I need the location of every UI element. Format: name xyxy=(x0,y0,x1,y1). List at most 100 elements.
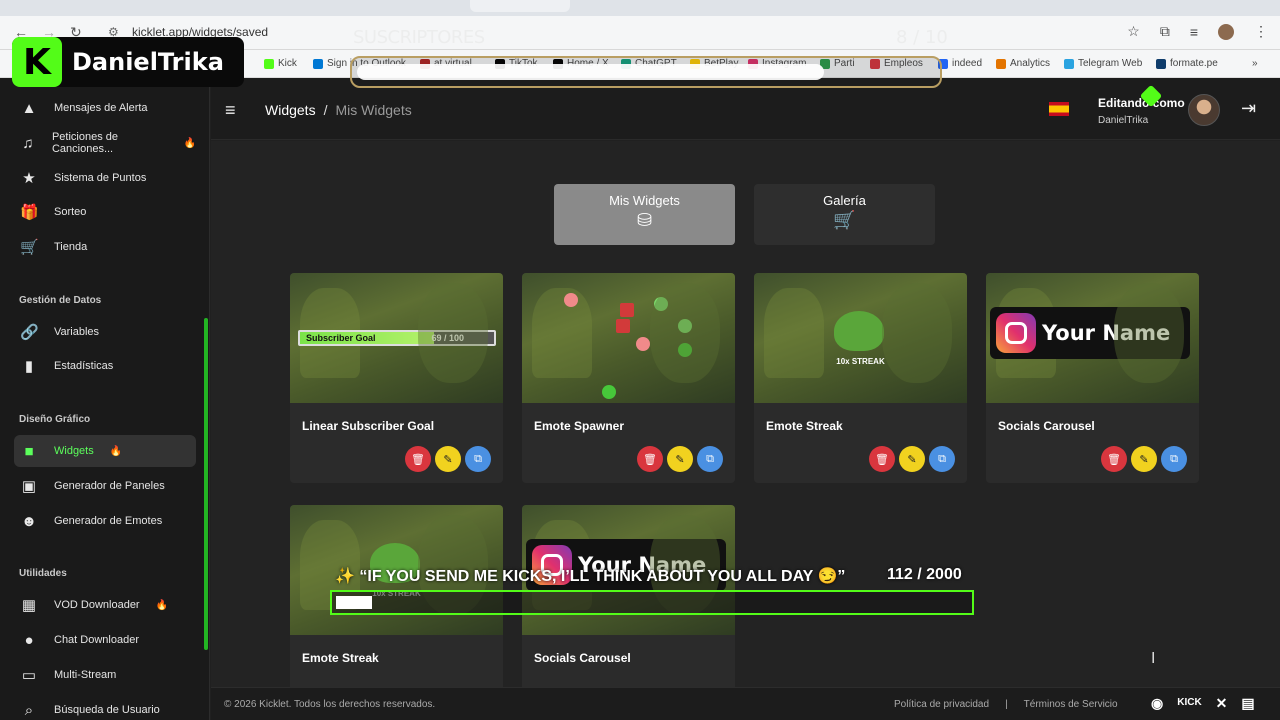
extensions-icon[interactable]: ⧉ xyxy=(1160,23,1170,40)
sidebar-item[interactable]: ★ Sistema de Puntos xyxy=(14,162,196,194)
edit-icon[interactable]: ✎ xyxy=(435,446,461,472)
avatar[interactable] xyxy=(1188,94,1220,126)
fire-icon: 🔥 xyxy=(109,445,123,457)
widget-card[interactable]: Emote Spawner 🗑 ✎ ⧉ xyxy=(522,273,735,483)
edit-icon[interactable]: ✎ xyxy=(667,446,693,472)
widget-preview: Your Name xyxy=(986,273,1199,403)
document-icon[interactable]: ▤ xyxy=(1241,695,1254,712)
text-cursor-icon: I xyxy=(1151,650,1156,667)
cart-icon: 🛒 xyxy=(833,210,856,230)
menu-toggle-icon[interactable]: ≡ xyxy=(225,100,236,121)
more-bookmarks-icon[interactable]: » xyxy=(1252,58,1258,69)
bookmark-item[interactable]: Kick xyxy=(264,58,297,69)
emote-icon xyxy=(602,385,616,399)
sidebar-item[interactable]: ☻ Generador de Emotes xyxy=(14,505,196,537)
bookmark-favicon-icon xyxy=(996,58,1006,69)
bookmark-label: Telegram Web xyxy=(1078,58,1143,69)
media-icon[interactable]: ≡ xyxy=(1190,24,1198,40)
smile-icon: ☻ xyxy=(21,512,37,530)
gift-icon: 🎁 xyxy=(20,204,39,221)
footer-social: ◉ KICK ✕ ▤ xyxy=(1151,695,1255,712)
breadcrumb: Widgets / Mis Widgets xyxy=(265,102,412,118)
browser-actions: ☆ ⧉ ≡ ⋮ xyxy=(1127,23,1268,40)
copy-icon[interactable]: ⧉ xyxy=(929,446,955,472)
copy-icon[interactable]: ⧉ xyxy=(1161,446,1187,472)
bookmark-item[interactable]: Analytics xyxy=(996,58,1050,69)
tab-label: Galería xyxy=(823,193,866,208)
sidebar-item[interactable]: ▭ Multi-Stream xyxy=(14,659,196,691)
profile-avatar[interactable] xyxy=(1218,23,1234,40)
bookmark-label: formate.pe xyxy=(1170,58,1218,69)
sidebar-item-label: Estadísticas xyxy=(54,360,114,372)
bar-chart-icon: ▮ xyxy=(24,358,34,375)
footer: © 2026 Kicklet. Todos los derechos reser… xyxy=(211,687,1280,720)
delete-icon[interactable]: 🗑 xyxy=(405,446,431,472)
edit-icon[interactable]: ✎ xyxy=(1131,446,1157,472)
breadcrumb-current: Mis Widgets xyxy=(335,102,412,118)
sidebar-item[interactable]: 🛒 Tienda xyxy=(14,231,196,263)
goal-label: Subscriber Goal xyxy=(306,333,376,343)
video-icon: ■ xyxy=(24,442,34,460)
widget-preview xyxy=(522,273,735,403)
logout-icon[interactable]: ⇥ xyxy=(1241,98,1256,119)
card-title: Socials Carousel xyxy=(534,651,631,665)
edit-icon[interactable]: ✎ xyxy=(899,446,925,472)
kicks-goal-count: 112 / 2000 xyxy=(887,566,962,583)
tab-galeria[interactable]: Galería 🛒 xyxy=(754,184,935,245)
sidebar-item[interactable]: ■ Widgets 🔥 xyxy=(14,435,196,467)
tab-mis-widgets[interactable]: Mis Widgets ⛁ xyxy=(554,184,735,245)
emote-icon xyxy=(678,343,692,357)
bookmark-label: Analytics xyxy=(1010,58,1051,69)
delete-icon[interactable]: 🗑 xyxy=(1101,446,1127,472)
bookmark-item[interactable]: Telegram Web xyxy=(1064,58,1142,69)
sidebar-item-label: Chat Downloader xyxy=(54,634,139,646)
terms-link[interactable]: Términos de Servicio xyxy=(1024,699,1118,710)
sidebar-item[interactable]: 🔗 Variables xyxy=(14,316,196,348)
privacy-link[interactable]: Política de privacidad xyxy=(894,699,989,710)
spain-flag-icon[interactable] xyxy=(1049,102,1069,116)
bookmark-item[interactable]: formate.pe xyxy=(1156,58,1218,69)
kick-link[interactable]: KICK xyxy=(1177,697,1201,712)
widget-card[interactable]: Your Name Socials Carousel 🗑 ✎ ⧉ xyxy=(986,273,1199,483)
x-icon[interactable]: ✕ xyxy=(1216,695,1228,712)
breadcrumb-root[interactable]: Widgets xyxy=(265,102,316,118)
fire-icon: 🔥 xyxy=(155,599,169,611)
bookmark-item[interactable]: indeed xyxy=(938,58,982,69)
card-title: Socials Carousel xyxy=(998,419,1095,433)
chat-icon: ● xyxy=(24,631,34,649)
sidebar-item-label: VOD Downloader xyxy=(54,599,140,611)
sidebar-scrollbar[interactable] xyxy=(204,318,208,650)
browser-tab-active[interactable] xyxy=(470,0,570,12)
warning-icon: ▲ xyxy=(21,99,37,117)
subs-goal-title: SUSCRIPTORES xyxy=(353,27,485,48)
bookmark-star-icon[interactable]: ☆ xyxy=(1127,23,1140,40)
sidebar-item[interactable]: ♫ Peticiones de Canciones... 🔥 xyxy=(14,127,196,159)
sidebar-item[interactable]: ▲ Mensajes de Alerta xyxy=(14,92,196,124)
menu-icon[interactable]: ⋮ xyxy=(1254,23,1268,40)
copy-icon[interactable]: ⧉ xyxy=(465,446,491,472)
sidebar-item[interactable]: ▦ VOD Downloader 🔥 xyxy=(14,589,196,621)
card-title: Emote Spawner xyxy=(534,419,625,433)
widget-card[interactable]: Subscriber Goal 69 / 100 Linear Subscrib… xyxy=(290,273,503,483)
goal-value: 69 / 100 xyxy=(431,333,464,343)
widget-card[interactable]: 10x STREAK Emote Streak 🗑 ✎ ⧉ xyxy=(754,273,967,483)
subs-goal-count: 8 / 10 xyxy=(896,27,948,48)
instagram-icon xyxy=(996,313,1036,353)
delete-icon[interactable]: 🗑 xyxy=(869,446,895,472)
kicks-goal-fill xyxy=(336,596,372,609)
sidebar-item[interactable]: ▣ Generador de Paneles xyxy=(14,470,196,502)
sidebar-item[interactable]: ▮ Estadísticas xyxy=(14,350,196,382)
delete-icon[interactable]: 🗑 xyxy=(637,446,663,472)
streak-label: 10x STREAK xyxy=(836,357,885,366)
emote-icon xyxy=(564,293,578,307)
widget-preview: 10x STREAK xyxy=(754,273,967,403)
discord-icon[interactable]: ◉ xyxy=(1151,695,1163,712)
card-title: Emote Streak xyxy=(766,419,843,433)
sidebar-item-label: Sistema de Puntos xyxy=(54,172,147,184)
sidebar-item-label: Búsqueda de Usuario xyxy=(54,704,160,716)
sidebar-item[interactable]: 🎁 Sorteo xyxy=(14,196,196,228)
sidebar-item[interactable]: ● Chat Downloader xyxy=(14,624,196,656)
film-icon: ▦ xyxy=(21,597,37,614)
sidebar-item[interactable]: ⌕ Búsqueda de Usuario xyxy=(14,694,196,720)
copy-icon[interactable]: ⧉ xyxy=(697,446,723,472)
